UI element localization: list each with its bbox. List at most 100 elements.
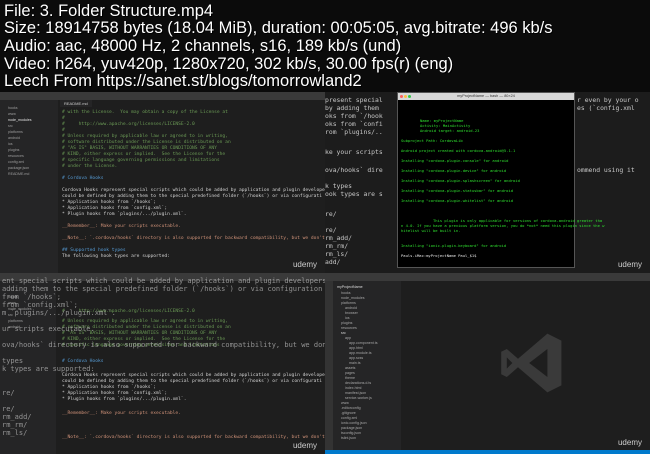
bg-doc-line: re/ [325,226,337,234]
code-line: # [62,116,65,121]
bg-doc-line: rom `plugins/.. [325,128,383,136]
ghost-line: ur scripts executable. [2,325,95,333]
sidebar-item[interactable]: node_modules [8,118,32,122]
bg-doc-line: ommend using it [577,166,635,174]
ghost-line: rm_add/ [2,413,32,421]
explorer-item[interactable]: resources [341,326,357,330]
explorer-item[interactable]: plugins [341,321,352,325]
bg-doc-line: ook types are s [325,190,383,198]
sidebar-item[interactable]: plugins [8,148,19,152]
explorer-item[interactable]: assets [345,366,355,370]
bg-doc-line: es (`config.xml [577,104,635,112]
code-line: ## Supported hook types [62,248,126,253]
minimize-icon[interactable] [404,95,407,98]
explorer-item[interactable]: package.json [341,426,362,430]
maximize-icon[interactable] [408,95,411,98]
explorer-item[interactable]: app.module.ts [349,351,372,355]
explorer-item[interactable]: ionic.config.json [341,421,367,425]
sidebar-item[interactable]: README.md [8,172,29,176]
explorer-item[interactable]: .editorconfig [341,406,361,410]
status-bar [325,450,650,454]
explorer-item[interactable]: myProjectName [337,285,363,289]
thumb-editor-bottom-left: hooks www node_modules src platforms and… [0,273,325,454]
code-line: __Note__: `.cordova/hooks` directory is … [62,435,325,440]
explorer-item[interactable]: tslint.json [341,436,356,440]
sidebar-item[interactable]: src [8,124,13,128]
explorer-item[interactable]: android [345,306,357,310]
explorer-item[interactable]: main.ts [349,361,361,365]
terminal-line: Installing "cordova-plugin-console" for … [401,158,509,163]
bg-doc-line: re/ [325,210,337,218]
terminal-prompt[interactable]: Pauls-iMac:myProjectName Paul_$1$ [401,253,479,258]
explorer-item[interactable]: www [341,401,349,405]
code-line: * Plugin hooks from `plugins/.../plugin.… [62,397,187,402]
info-audio: Audio: aac, 48000 Hz, 2 channels, s16, 1… [4,37,402,55]
sidebar-item[interactable]: hooks [8,106,18,110]
ghost-line: re/ [2,389,15,397]
explorer-item[interactable]: node_modules [341,296,365,300]
file-info-header: File: 3. Folder Structure.mp4 Size: 1891… [0,0,650,92]
terminal-line: Android target: android-23 [420,128,480,133]
udemy-watermark: udemy [292,441,317,450]
code-line: # specific language governing permission… [62,158,220,163]
sidebar-item[interactable]: www [8,112,16,116]
code-line: # Unless required by applicable law or a… [62,134,228,139]
code-line: # KIND, either express or implied. See t… [62,152,226,157]
terminal-window[interactable]: myProjectName — bash — 80×24 Name: myPro… [397,92,604,268]
code-editor[interactable]: # with the License. You may obtain a cop… [60,108,325,273]
explorer-item[interactable]: pages [345,371,355,375]
thumb-vscode-bottom-right: myProjectName hooks node_modules platfor… [325,273,650,454]
bg-doc-line: r even by your o [577,96,639,104]
sidebar-item[interactable]: config.xml [8,160,24,164]
code-line: Cordova Hooks represent special scripts … [62,373,325,378]
ghost-line: from `config.xml`; [2,301,78,309]
explorer-item[interactable]: app.scss [349,356,363,360]
code-line: * Application hooks from `config.xml`; [62,206,168,211]
terminal-line: Installing "cordova-plugin-whitelist" fo… [401,198,514,203]
bg-doc-line: by adding them [325,104,379,112]
code-line: # Unless required by applicable law or a… [62,319,228,324]
explorer-item[interactable]: app.component.ts [349,341,378,345]
code-line: # [62,128,65,133]
bg-doc-line: add/ [325,258,341,266]
ghost-line: rm_ls/ [2,429,28,437]
terminal-line: Installing "ionic-plugin-keyboard" for a… [401,243,507,248]
bg-doc-line: rm_ls/ [325,250,349,258]
udemy-watermark: udemy [292,260,317,269]
terminal-title: myProjectName — bash — 80×24 [457,94,515,98]
sidebar-item[interactable]: resources [8,154,24,158]
explorer-item[interactable]: service-worker.js [345,396,372,400]
explorer-item[interactable]: tsconfig.json [341,431,361,435]
explorer-item[interactable]: manifest.json [345,391,366,395]
explorer-item[interactable]: src [341,331,346,335]
ghost-line: adding them to the special predefined fo… [2,285,323,293]
ghost-line: types [2,357,24,365]
explorer-item[interactable]: app.html [349,346,363,350]
explorer-item[interactable]: ios [345,316,350,320]
window-titlebar [0,92,325,100]
explorer-item[interactable]: browser [345,311,358,315]
explorer-item[interactable]: platforms [341,301,356,305]
code-line: * Application hooks from `/hooks`; [62,200,157,205]
sidebar-item[interactable]: android [8,136,20,140]
explorer-item[interactable]: hooks [341,291,351,295]
sidebar-item[interactable]: platforms [8,319,23,323]
terminal-titlebar: myProjectName — bash — 80×24 [398,93,574,100]
explorer-item[interactable]: .gitignore [341,411,356,415]
close-icon[interactable] [400,95,403,98]
explorer-item[interactable]: index.html [345,386,361,390]
code-line: * Application hooks from `/hooks`; [62,385,157,390]
code-line: # http://www.apache.org/licenses/LICENSE… [62,122,195,127]
explorer-item[interactable]: config.xml [341,416,357,420]
ghost-line: re/ [2,405,15,413]
sidebar-item[interactable]: package.json [8,166,29,170]
explorer-item[interactable]: declarations.d.ts [345,381,371,385]
terminal-line: hitelist will be built in. [401,228,461,233]
explorer-item[interactable]: theme [345,376,355,380]
code-line: # Cordova Hooks [62,359,104,364]
sidebar-item[interactable]: platforms [8,130,23,134]
editor-tab[interactable]: README.md [60,100,92,107]
terminal-line: Installing "cordova-plugin-device" for a… [401,168,507,173]
sidebar-item[interactable]: ios [8,142,13,146]
explorer-item[interactable]: app [345,336,351,340]
